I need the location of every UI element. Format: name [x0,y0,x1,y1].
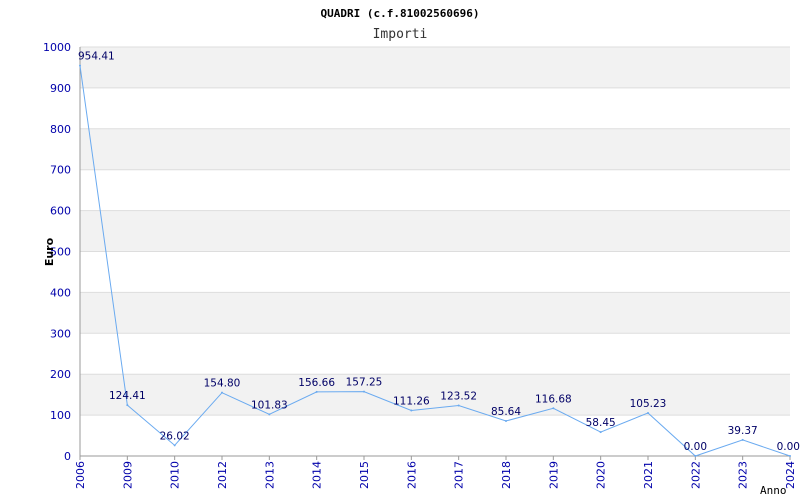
x-tick-labels: 2006 2009 2010 2012 2013 2014 2015 2016 2017 2018… [74,456,797,489]
x-tick-label: 2023 [737,461,750,489]
x-tick-label: 2022 [689,461,702,489]
data-label: 156.66 [298,377,335,389]
data-label: 0.00 [684,441,707,453]
x-tick-label: 2014 [311,461,324,489]
data-point [694,455,697,457]
y-tick-label: 600 [50,205,71,218]
data-label: 154.80 [204,378,241,390]
x-tick-label: 2006 [74,461,87,489]
data-label: 39.37 [728,425,758,437]
data-point [599,431,602,434]
line-chart: 01002003004005006007008009001000 2006 200… [43,7,800,497]
data-point [789,455,791,457]
y-tick-label: 400 [50,286,71,299]
data-label: 111.26 [393,395,430,407]
y-tick-label: 1000 [43,41,71,54]
data-label: 123.52 [440,390,477,402]
data-point [268,413,271,416]
x-tick-label: 2020 [595,461,608,489]
y-tick-label: 300 [50,327,71,340]
y-tick-label: 200 [50,368,71,381]
grid-band [80,128,790,170]
data-point [741,438,744,441]
chart-title: QUADRI (c.f.81002560696) [321,7,480,20]
data-point [363,390,365,393]
data-label: 85.64 [491,406,521,418]
x-tick-label: 2013 [263,461,276,489]
data-point [552,407,555,410]
chart-subtitle: Importi [373,27,428,42]
data-label: 101.83 [251,399,288,411]
x-tick-label: 2021 [642,461,655,489]
x-tick-label: 2016 [405,461,418,489]
x-tick-label: 2015 [358,461,371,489]
data-label: 26.02 [160,430,190,442]
grid-band [80,374,790,416]
x-axis-label: Anno [760,484,787,497]
grid-bands [80,47,790,416]
data-label: 157.25 [346,377,383,389]
grid-band [80,47,790,88]
y-axis-label: Euro [43,237,56,266]
data-point [647,411,649,414]
x-tick-label: 2009 [121,461,134,489]
data-point [505,419,507,422]
y-tick-label: 800 [50,123,71,136]
x-tick-label: 2017 [453,461,466,489]
x-tick-label: 2010 [169,461,182,489]
x-tick-label: 2019 [547,461,560,489]
grid-band [80,292,790,334]
data-point [221,391,223,394]
grid-band [80,210,790,252]
y-tick-label: 100 [50,409,71,422]
data-label: 58.45 [586,417,616,429]
data-label: 116.68 [535,393,572,405]
y-tick-label: 900 [50,82,71,95]
data-point [173,444,176,447]
data-point [315,390,318,393]
data-point [410,409,413,412]
data-point [457,404,460,407]
y-tick-label: 0 [64,450,71,463]
data-label: 105.23 [630,398,667,410]
data-label: 124.41 [109,390,146,402]
data-point [126,404,129,407]
y-tick-label: 700 [50,164,71,177]
data-label: 0.00 [777,441,800,453]
x-tick-label: 2012 [216,461,229,489]
data-label: 954.41 [78,51,115,63]
x-tick-label: 2018 [500,461,513,489]
data-point [79,64,81,67]
